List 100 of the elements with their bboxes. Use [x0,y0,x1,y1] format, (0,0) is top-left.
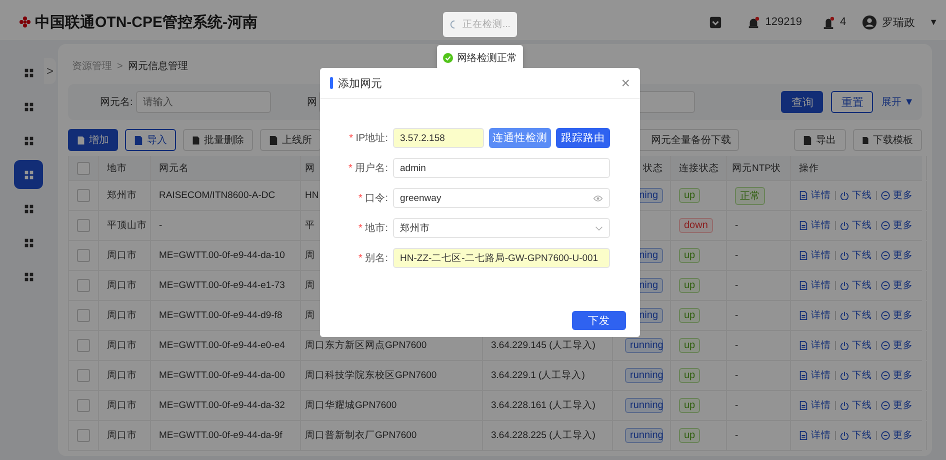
more-link[interactable]: 更多 [881,369,913,382]
expand-link[interactable]: 展开 ▼ [881,95,914,109]
toolbar-button[interactable]: 下载模板 [853,129,922,151]
checkbox[interactable] [77,429,90,442]
link-status-tag: up [679,188,700,203]
offline-link[interactable]: 下线 [840,369,872,382]
table-cell: 周 [305,279,315,292]
link-status-tag: up [679,398,700,413]
form-label: * 用户名: [348,162,388,175]
document-icon [799,311,808,320]
more-link[interactable]: 更多 [881,279,913,292]
trace-route-button[interactable]: 跟踪路由 [556,128,610,148]
toolbar-button[interactable]: 导出 [794,129,846,151]
close-button[interactable]: × [621,74,630,92]
more-link[interactable]: 更多 [881,219,913,232]
connectivity-test-button[interactable]: 连通性检测 [489,128,551,148]
text-field[interactable]: admin [393,158,610,178]
minus-circle-icon [881,341,890,350]
link-status-tag: up [679,278,700,293]
user-name[interactable]: 罗瑞政 [882,14,916,30]
checkbox[interactable] [77,249,90,262]
checkbox[interactable] [77,309,90,322]
checkbox[interactable] [77,369,90,382]
table-cell: HN [305,190,319,201]
table-cell: 3.64.228.161 (人工导入) [491,399,596,412]
table-cell: 周口科技学院东校区GPN7600 [305,369,437,382]
reset-button[interactable]: 重置 [831,91,874,113]
minus-circle-icon [881,371,890,380]
link-status-tag: down [679,218,713,233]
offline-link[interactable]: 下线 [840,219,872,232]
caret-icon[interactable]: ▼ [929,17,938,27]
status-tag: running [625,398,663,413]
toolbar-button[interactable]: 网元全量备份下载 [638,129,739,151]
more-link[interactable]: 更多 [881,249,913,262]
table-cell: ME=GWTT.00-0f-e9-44-da-9f [159,430,282,441]
detail-link[interactable]: 详情 [799,369,831,382]
text-field[interactable]: HN-ZZ-二七区-二七路局-GW-GPN7600-U-001 [393,248,610,268]
checkbox[interactable] [77,279,90,292]
password-field[interactable]: greenway [393,188,610,208]
checkbox[interactable] [77,339,90,352]
detail-link[interactable]: 详情 [799,309,831,322]
breadcrumb-link[interactable]: 资源管理 [72,59,112,73]
offline-link[interactable]: 下线 [840,429,872,442]
submit-button[interactable]: 下发 [572,311,626,330]
offline-link[interactable]: 下线 [840,249,872,262]
minus-circle-icon [881,401,890,410]
toolbar-button[interactable]: 批量删除 [183,129,253,151]
form-label: * IP地址: [348,132,388,145]
table-cell: - [735,280,738,291]
eye-icon[interactable] [593,194,603,202]
siren-icon[interactable] [822,16,835,28]
table-cell: 周口市 [107,429,137,442]
toolbar-button[interactable]: 导入 [125,129,176,151]
toolbar-button[interactable]: 增加 [68,129,118,151]
detail-link[interactable]: 详情 [799,219,831,232]
toolbar-button[interactable]: 上线所 [260,129,321,151]
more-link[interactable]: 更多 [881,189,913,202]
document-icon [799,251,808,260]
detail-link[interactable]: 详情 [799,399,831,412]
offline-link[interactable]: 下线 [840,399,872,412]
offline-link[interactable]: 下线 [840,309,872,322]
download-icon[interactable] [709,16,722,28]
required-mark: * [349,133,353,144]
checkbox[interactable] [77,189,90,202]
document-icon [799,221,808,230]
detail-link[interactable]: 详情 [799,249,831,262]
name-search-field[interactable]: 请输入 [136,91,271,113]
detail-link[interactable]: 详情 [799,339,831,352]
required-mark: * [348,163,352,174]
ip-field[interactable]: 3.57.2.158 [393,128,484,148]
detail-link[interactable]: 详情 [799,279,831,292]
more-link[interactable]: 更多 [881,309,913,322]
grid-icon [24,102,34,112]
query-button[interactable]: 查询 [781,91,824,113]
offline-link[interactable]: 下线 [840,279,872,292]
document-icon [862,136,869,144]
user-icon[interactable] [862,14,878,30]
required-mark: * [358,223,362,234]
dialog-title: 添加网元 [338,76,382,90]
nav-item[interactable] [14,160,43,189]
table-cell: - [735,340,738,351]
collapse-toggle[interactable]: > [44,58,56,84]
more-link[interactable]: 更多 [881,399,913,412]
select-field[interactable]: 郑州市 [393,218,610,238]
offline-link[interactable]: 下线 [840,339,872,352]
table-cell: ME=GWTT.00-0f-e9-44-da-00 [159,370,285,381]
bell-icon[interactable] [747,16,760,28]
loading-text: 正在检测... [462,18,510,31]
checkbox[interactable] [77,219,90,232]
grid-icon [24,170,34,180]
minus-circle-icon [881,191,890,200]
more-link[interactable]: 更多 [881,429,913,442]
more-link[interactable]: 更多 [881,339,913,352]
column-header: 网元NTP状 [732,162,781,174]
offline-link[interactable]: 下线 [840,189,872,202]
checkbox[interactable] [77,399,90,412]
table-cell: - [735,220,738,231]
detail-link[interactable]: 详情 [799,429,831,442]
detail-link[interactable]: 详情 [799,189,831,202]
checkbox[interactable] [77,162,90,174]
